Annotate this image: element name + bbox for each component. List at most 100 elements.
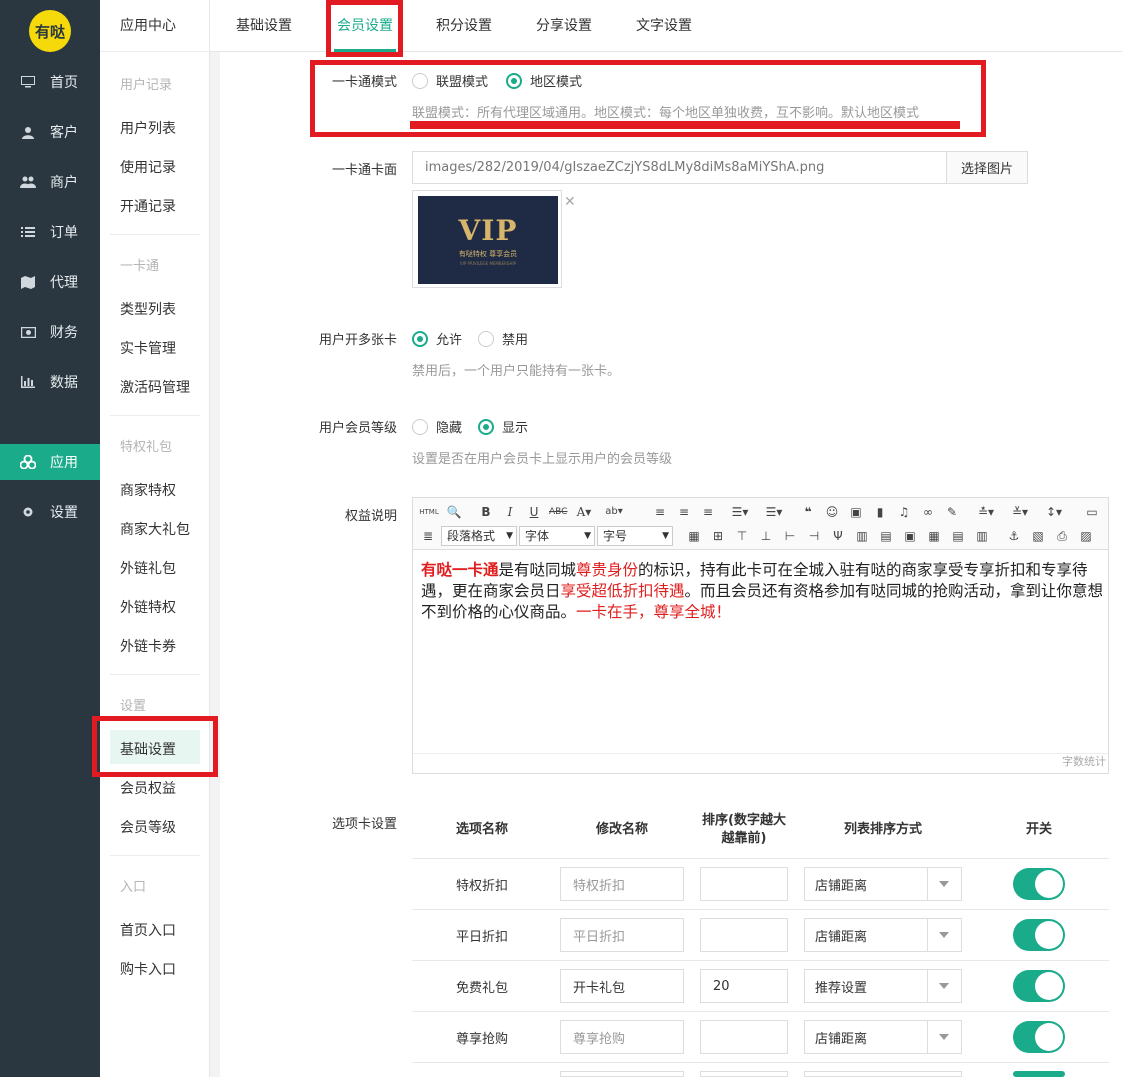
order-input[interactable] [700,867,788,901]
nav-app[interactable]: 应用 [0,444,100,480]
highlight-color-icon[interactable]: ab▾ [605,503,623,521]
quote-icon[interactable]: ❝ [799,503,817,521]
underline-icon[interactable]: U [525,503,543,521]
music-icon[interactable]: ♫ [895,503,913,521]
font-color-icon[interactable]: A▾ [575,503,593,521]
rename-input[interactable]: 特权折扣 [560,867,684,901]
print-icon[interactable]: ⎙ [1053,527,1071,545]
split-cols-icon[interactable]: ▤ [949,527,967,545]
sidebar-item-link-coupon[interactable]: 外链卡券 [120,636,176,656]
switch-toggle[interactable] [1013,1021,1065,1053]
sort-select[interactable]: 店铺距离 [804,918,962,952]
switch-toggle[interactable] [1013,970,1065,1002]
sidebar-item-open-records[interactable]: 开通记录 [120,196,176,216]
nav-customer[interactable]: 客户 [0,114,100,150]
radio-disable[interactable]: 禁用 [478,329,528,348]
nav-agent[interactable]: 代理 [0,264,100,300]
sidebar-item-usage-records[interactable]: 使用记录 [120,157,176,177]
sort-select[interactable]: 店铺距离 [804,867,962,901]
html-source-icon[interactable]: HTML [419,503,439,521]
unordered-list-icon[interactable]: ☰▾ [765,503,783,521]
insert-col-icon[interactable]: ⊢ [781,527,799,545]
switch-toggle[interactable] [1013,919,1065,951]
logo[interactable]: 有哒 [29,10,71,52]
sort-select[interactable] [804,1071,962,1077]
fullscreen-icon[interactable]: ▭ [1083,503,1101,521]
anchor-icon[interactable]: ⚓ [1005,527,1023,545]
order-input[interactable] [700,918,788,952]
preview-icon[interactable]: 🔍 [445,503,463,521]
video-icon[interactable]: ▮ [871,503,889,521]
nav-merchant[interactable]: 商户 [0,164,100,200]
link-icon[interactable]: ∞ [919,503,937,521]
line-height-icon[interactable]: ↕▾ [1045,503,1063,521]
align-left-icon[interactable]: ≡ [651,503,669,521]
sidebar-item-link-privilege[interactable]: 外链特权 [120,597,176,617]
row-spacing-bottom-icon[interactable]: ≚▾ [1011,503,1029,521]
nav-order[interactable]: 订单 [0,214,100,250]
nav-finance[interactable]: 财务 [0,314,100,350]
sidebar-item-real-card[interactable]: 实卡管理 [120,338,176,358]
sidebar-item-type-list[interactable]: 类型列表 [120,299,176,319]
table-props-icon[interactable]: ⊞ [709,527,727,545]
merge-cells-icon[interactable]: Ψ [829,527,847,545]
rename-input[interactable] [560,1071,684,1077]
ordered-list-icon[interactable]: ☰▾ [731,503,749,521]
merge-right-icon[interactable]: ▥ [853,527,871,545]
table-icon[interactable]: ▦ [685,527,703,545]
insert-row-icon[interactable]: ⊥ [757,527,775,545]
eraser-icon[interactable]: ✎ [943,503,961,521]
editor-content[interactable]: 有哒一卡通是有哒同城尊贵身份的标识，持有此卡可在全城入驻有哒的商家享受专享折扣和… [421,560,1106,623]
select-image-button[interactable]: 选择图片 [946,151,1028,184]
align-right-icon[interactable]: ≡ [699,503,717,521]
switch-toggle[interactable] [1013,1071,1065,1077]
sort-select[interactable]: 店铺距离 [804,1020,962,1054]
close-icon[interactable]: ✕ [564,194,576,210]
merge-down-icon[interactable]: ▤ [877,527,895,545]
radio-show[interactable]: 显示 [478,417,528,436]
sidebar-item-user-list[interactable]: 用户列表 [120,118,176,138]
switch-toggle[interactable] [1013,868,1065,900]
split-rows-icon[interactable]: ▦ [925,527,943,545]
app-center-title[interactable]: 应用中心 [100,0,210,52]
split-cells-icon[interactable]: ▣ [901,527,919,545]
radio-hide[interactable]: 隐藏 [412,417,462,436]
rename-input[interactable]: 开卡礼包 [560,969,684,1003]
italic-icon[interactable]: I [501,503,519,521]
image-icon[interactable]: ▣ [847,503,865,521]
sidebar-item-home-entry[interactable]: 首页入口 [120,920,176,940]
order-input[interactable] [700,1071,788,1077]
emoji-icon[interactable]: ☺ [823,503,841,521]
radio-allow[interactable]: 允许 [412,329,462,348]
delete-col-icon[interactable]: ⊣ [805,527,823,545]
sidebar-item-link-gift[interactable]: 外链礼包 [120,558,176,578]
sidebar-item-merchant-gift[interactable]: 商家大礼包 [120,519,190,539]
order-input[interactable] [700,1020,788,1054]
paragraph-format-select[interactable]: 段落格式 ▼ [441,526,517,546]
sidebar-item-buy-card-entry[interactable]: 购卡入口 [120,959,176,979]
align-center-icon[interactable]: ≡ [675,503,693,521]
font-family-select[interactable]: 字体 ▼ [519,526,595,546]
nav-home[interactable]: 首页 [0,64,100,100]
nav-settings[interactable]: 设置 [0,494,100,530]
sort-select[interactable]: 推荐设置 [804,969,962,1003]
font-size-select[interactable]: 字号 ▼ [597,526,673,546]
tab-text-settings[interactable]: 文字设置 [636,0,692,52]
paste-icon[interactable]: ▨ [1077,527,1095,545]
sidebar-item-member-level[interactable]: 会员等级 [120,817,176,837]
card-face-path-input[interactable]: images/282/2019/04/gIszaeZCzjYS8dLMy8diM… [412,151,948,184]
rich-text-editor[interactable]: HTML 🔍 B I U ABC A▾ ab▾ ≡ ≡ ≡ ☰▾ ☰▾ ❝ ☺ … [412,497,1109,774]
rename-input[interactable]: 尊享抢购 [560,1020,684,1054]
rename-input[interactable]: 平日折扣 [560,918,684,952]
tab-share-settings[interactable]: 分享设置 [536,0,592,52]
word-count[interactable]: 字数统计 [1062,753,1106,769]
order-input[interactable]: 20 [700,969,788,1003]
indent-icon[interactable]: ≣ [419,527,437,545]
bold-icon[interactable]: B [477,503,495,521]
page-break-icon[interactable]: ▧ [1029,527,1047,545]
nav-data[interactable]: 数据 [0,364,100,400]
delete-table-icon[interactable]: ▥ [973,527,991,545]
strikethrough-icon[interactable]: ABC [549,503,567,521]
tab-points-settings[interactable]: 积分设置 [436,0,492,52]
sidebar-item-merchant-privilege[interactable]: 商家特权 [120,480,176,500]
